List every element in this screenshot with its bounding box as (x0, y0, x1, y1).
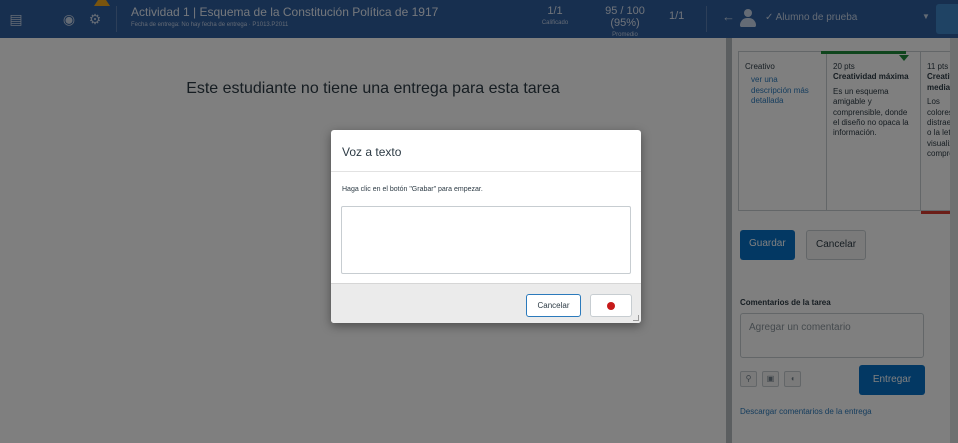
record-icon (607, 302, 615, 310)
transcript-textarea[interactable] (341, 206, 631, 274)
dialog-cancel-button[interactable]: Cancelar (526, 294, 581, 317)
speech-to-text-dialog: Voz a texto Haga clic en el botón "Graba… (331, 130, 641, 323)
dialog-instruction: Haga clic en el botón "Grabar" para empe… (342, 186, 483, 193)
dialog-header: Voz a texto (331, 130, 641, 172)
dialog-title: Voz a texto (342, 145, 402, 159)
resize-handle-icon[interactable] (633, 315, 639, 321)
record-button[interactable] (590, 294, 632, 317)
dialog-footer: Cancelar (331, 283, 641, 323)
